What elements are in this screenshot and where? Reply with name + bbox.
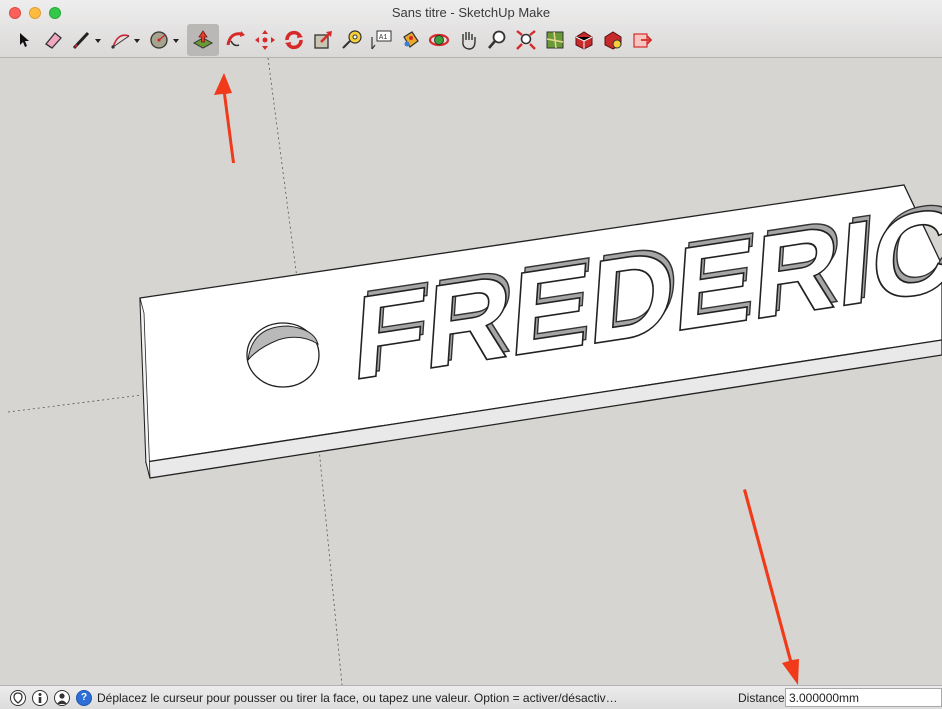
rotate-icon [285, 30, 303, 50]
circle-shape-icon [150, 31, 179, 49]
scale-tool-button[interactable] [311, 26, 335, 54]
scale-icon [314, 31, 332, 49]
measurement-input[interactable] [785, 688, 942, 707]
window-title: Sans titre - SketchUp Make [391, 5, 551, 20]
paint-bucket-tool-button[interactable] [398, 26, 422, 54]
status-message: Déplacez le curseur pour pousser ou tire… [97, 691, 618, 705]
move-tool-button[interactable] [253, 26, 277, 54]
model-scene: FREDERIC FREDERIC [7, 58, 942, 685]
arrow-cursor-icon [20, 33, 29, 47]
arc-icon [111, 34, 140, 49]
red-axis-line [7, 394, 143, 413]
push-pull-icon [192, 30, 214, 49]
3d-warehouse-icon [575, 31, 593, 50]
instructor-help-icon[interactable]: ? [76, 690, 92, 706]
status-bar: ? Déplacez le curseur pour pousser ou ti… [0, 685, 942, 709]
orbit-icon [428, 33, 450, 47]
hand-icon [462, 32, 476, 50]
tape-measure-icon [342, 30, 362, 49]
orbit-tool-button[interactable] [427, 26, 451, 54]
extension-manager-tool-button[interactable] [601, 26, 625, 54]
arc-tool-button[interactable] [109, 26, 143, 54]
layout-icon [633, 33, 653, 48]
select-tool-button[interactable] [12, 26, 36, 54]
paint-bucket-icon [403, 31, 419, 48]
zoom-extents-tool-button[interactable] [514, 26, 538, 54]
eraser-tool-button[interactable] [41, 26, 65, 54]
pan-tool-button[interactable] [456, 26, 480, 54]
credits-icon[interactable] [32, 690, 48, 706]
text-label-icon: A1 [371, 30, 392, 50]
title-bar: Sans titre - SketchUp Make A1 [0, 0, 942, 58]
shape-tool-button[interactable] [148, 26, 182, 54]
annotation-arrow-measure [743, 489, 799, 685]
rotate-tool-button[interactable] [282, 26, 306, 54]
follow-me-tool-button[interactable] [224, 26, 248, 54]
extension-warehouse-tool-button[interactable] [572, 26, 596, 54]
warehouse-tool-button[interactable] [543, 26, 567, 54]
zoom-tool-button[interactable] [485, 26, 509, 54]
text-tool-button[interactable]: A1 [369, 26, 393, 54]
svg-text:A1: A1 [379, 34, 387, 42]
extension-icon [604, 31, 622, 50]
follow-me-icon [226, 31, 245, 47]
pencil-icon [72, 31, 101, 50]
geo-location-icon[interactable] [10, 690, 26, 706]
zoom-extents-icon [516, 30, 536, 50]
move-arrows-icon [255, 30, 275, 50]
line-tool-button[interactable] [70, 26, 104, 54]
measurement-label: Distance [738, 691, 785, 705]
tape-measure-tool-button[interactable] [340, 26, 364, 54]
drawing-area[interactable]: FREDERIC FREDERIC [0, 58, 942, 685]
annotation-arrow-toolbar [214, 73, 235, 163]
magnifier-icon [488, 30, 506, 49]
main-toolbar: A1 [12, 24, 659, 56]
map-icon [546, 31, 564, 49]
push-pull-tool-button[interactable] [187, 24, 219, 56]
account-icon[interactable] [54, 690, 70, 706]
eraser-icon [45, 32, 62, 49]
send-to-layout-tool-button[interactable] [630, 26, 654, 54]
